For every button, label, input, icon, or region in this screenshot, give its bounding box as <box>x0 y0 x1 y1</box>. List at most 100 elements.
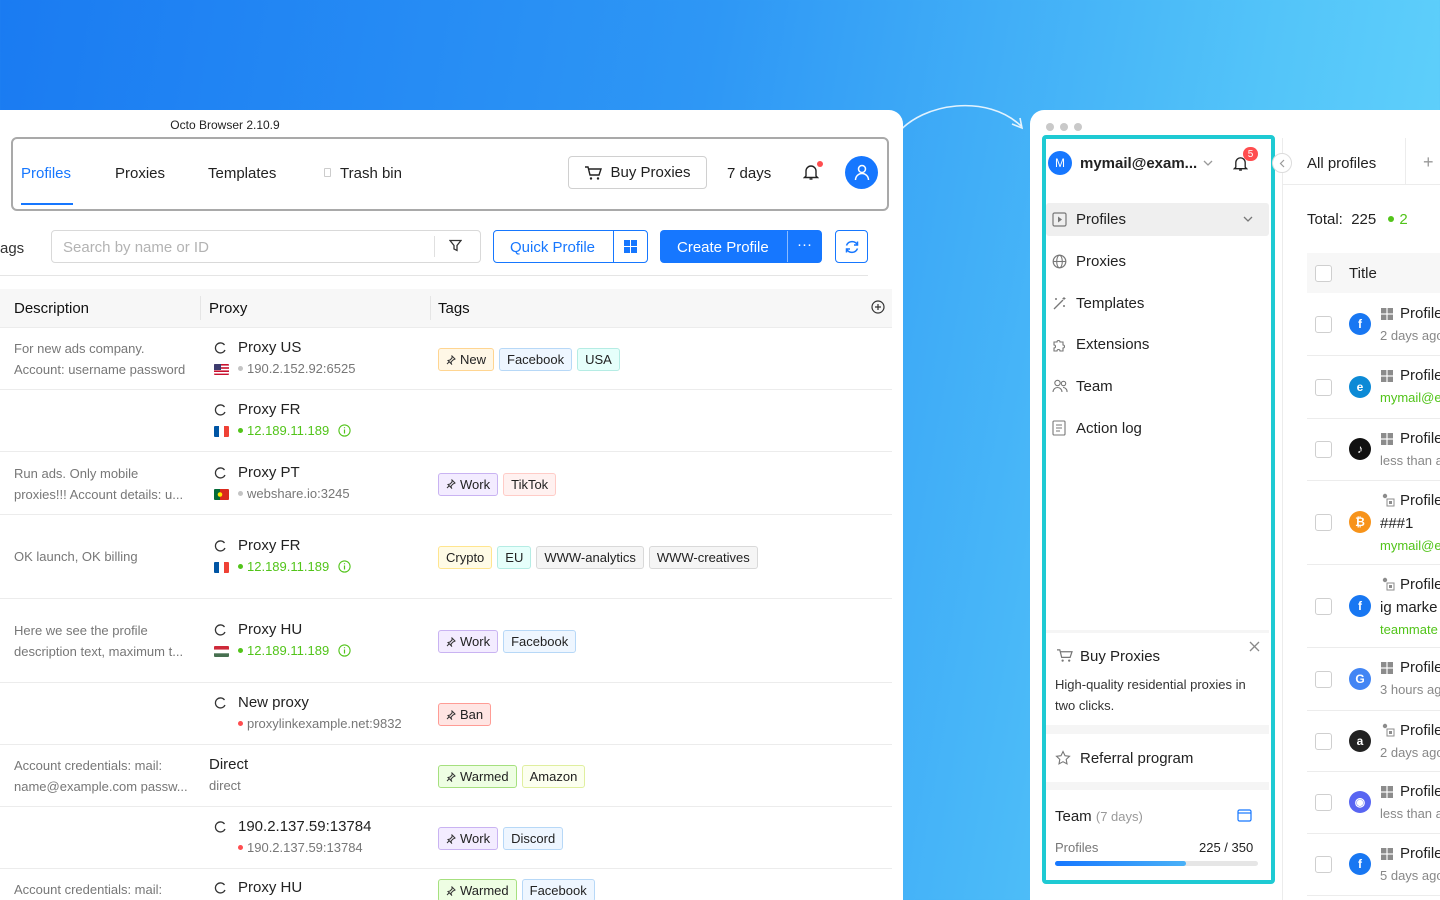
profile-title[interactable]: Profile <box>1400 576 1440 593</box>
proxy-refresh-icon[interactable] <box>214 342 227 355</box>
create-profile-divider <box>787 231 788 262</box>
refresh-button[interactable] <box>835 230 868 263</box>
tag[interactable]: Warmed <box>438 765 517 788</box>
info-icon[interactable] <box>338 424 351 437</box>
row-checkbox[interactable] <box>1315 597 1332 615</box>
profile-title[interactable]: Profile <box>1400 783 1440 800</box>
wallet-icon[interactable] <box>1237 808 1252 822</box>
sidebar-item-extensions[interactable]: Extensions <box>1076 336 1149 353</box>
proxy-refresh-icon[interactable] <box>214 624 227 637</box>
tag[interactable]: Crypto <box>438 546 493 569</box>
account-email[interactable]: mymail@exam... <box>1080 155 1197 172</box>
column-tags[interactable]: Tags <box>438 300 470 317</box>
profile-title[interactable]: Profile <box>1400 659 1440 676</box>
tag[interactable]: Work <box>438 630 499 653</box>
tag[interactable]: Work <box>438 827 499 850</box>
profile-title[interactable]: Profile <box>1400 305 1440 322</box>
tag[interactable]: WWW-creatives <box>648 546 758 569</box>
row-checkbox[interactable] <box>1315 670 1332 688</box>
tab-all-profiles[interactable]: All profiles <box>1307 155 1376 172</box>
pin-icon <box>446 709 456 720</box>
profile-title[interactable]: Profile <box>1400 430 1440 447</box>
windows-icon[interactable] <box>624 240 637 253</box>
add-column-icon[interactable] <box>871 300 885 314</box>
pin-icon <box>446 833 456 844</box>
tag[interactable]: EU <box>497 546 532 569</box>
window-dot <box>1074 123 1082 131</box>
tag[interactable]: Facebook <box>521 879 595 900</box>
facebook-icon: f <box>1349 594 1371 617</box>
profile-description: Here we see the profile <box>14 623 148 638</box>
tags-filter-label[interactable]: ags <box>0 240 24 257</box>
tag-list: New Facebook USA <box>438 348 620 371</box>
tab-trash-bin[interactable]: Trash bin <box>340 165 402 182</box>
collapse-sidebar-button[interactable] <box>1272 153 1292 173</box>
sidebar-item-profiles[interactable]: Profiles <box>1076 211 1126 228</box>
column-description[interactable]: Description <box>14 300 89 317</box>
proxy-status-dot <box>238 564 243 569</box>
chevron-down-icon[interactable] <box>1203 160 1213 167</box>
profile-title[interactable]: Profile <box>1400 845 1440 862</box>
row-checkbox[interactable] <box>1315 732 1332 750</box>
tag[interactable]: Ban <box>438 703 492 726</box>
close-icon[interactable] <box>1249 641 1260 652</box>
row-checkbox[interactable] <box>1315 794 1332 811</box>
sidebar-item-team[interactable]: Team <box>1076 378 1113 395</box>
info-icon[interactable] <box>338 560 351 573</box>
proxy-refresh-icon[interactable] <box>214 540 227 553</box>
row-checkbox[interactable] <box>1315 514 1332 531</box>
proxy-refresh-icon[interactable] <box>214 404 227 417</box>
tag[interactable]: USA <box>577 348 620 371</box>
filter-icon[interactable] <box>449 239 462 252</box>
profile-description: Run ads. Only mobile <box>14 465 139 481</box>
row-checkbox[interactable] <box>1315 441 1332 458</box>
sidebar-item-proxies[interactable]: Proxies <box>1076 253 1126 270</box>
tag[interactable]: Discord <box>503 827 564 850</box>
row-checkbox[interactable] <box>1315 856 1332 873</box>
account-avatar[interactable]: M <box>1048 151 1072 175</box>
info-icon[interactable] <box>338 644 351 657</box>
tag[interactable]: Facebook <box>503 630 577 653</box>
notification-badge: 5 <box>1243 147 1258 161</box>
proxy-refresh-icon[interactable] <box>214 466 227 480</box>
tabs-divider <box>1283 184 1440 185</box>
tag[interactable]: Amazon <box>521 765 586 788</box>
tab-profiles[interactable]: Profiles <box>21 165 71 182</box>
profile-description: Account: username password <box>14 362 186 377</box>
referral-program-link[interactable]: Referral program <box>1080 750 1193 767</box>
sidebar-item-templates[interactable]: Templates <box>1076 295 1144 312</box>
column-proxy[interactable]: Proxy <box>209 300 247 317</box>
add-tab-button[interactable]: + <box>1423 152 1434 173</box>
table-row[interactable] <box>0 390 892 452</box>
create-profile-label: Create Profile <box>677 239 769 256</box>
tab-divider <box>1405 138 1406 184</box>
tab-proxies[interactable]: Proxies <box>115 165 165 182</box>
tag[interactable]: Work <box>438 472 499 496</box>
sidebar-item-action-log[interactable]: Action log <box>1076 420 1142 437</box>
trash-icon <box>324 168 331 177</box>
profile-subtitle: mymail@e <box>1380 538 1440 553</box>
buy-proxies-button[interactable]: Buy Proxies <box>568 156 707 189</box>
user-avatar-button[interactable] <box>845 156 878 189</box>
profile-title[interactable]: Profile <box>1400 367 1440 384</box>
proxy-address: proxylinkexample.net:9832 <box>238 716 402 731</box>
row-checkbox[interactable] <box>1315 316 1332 333</box>
tag[interactable]: New <box>438 348 495 371</box>
chevron-down-icon[interactable] <box>1243 216 1253 223</box>
profile-title[interactable]: Profile <box>1400 492 1440 509</box>
proxy-refresh-icon[interactable] <box>214 821 227 834</box>
profile-title[interactable]: Profile <box>1400 722 1440 739</box>
column-title[interactable]: Title <box>1349 265 1377 282</box>
promo-title: Buy Proxies <box>1080 648 1161 665</box>
select-all-checkbox[interactable] <box>1315 265 1332 282</box>
proxy-refresh-icon[interactable] <box>214 697 227 710</box>
tag[interactable]: Warmed <box>438 879 517 900</box>
proxy-refresh-icon[interactable] <box>214 882 227 895</box>
buy-proxies-label: Buy Proxies <box>610 164 691 181</box>
tag[interactable]: Facebook <box>499 348 573 371</box>
tab-templates[interactable]: Templates <box>208 165 276 182</box>
more-options-button[interactable]: ··· <box>797 236 812 253</box>
row-checkbox[interactable] <box>1315 378 1332 396</box>
tag[interactable]: TikTok <box>503 472 557 496</box>
tag[interactable]: WWW-analytics <box>536 546 644 569</box>
